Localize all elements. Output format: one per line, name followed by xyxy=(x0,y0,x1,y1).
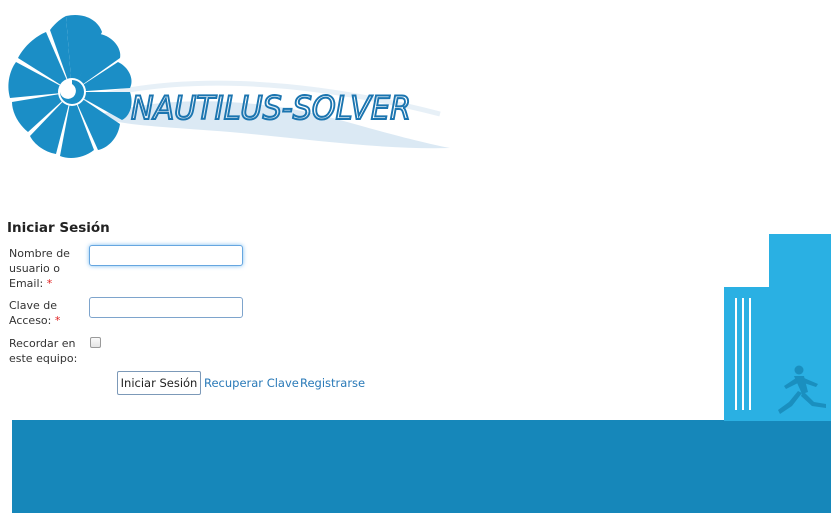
brand-wordmark: NAUTILUS-SOLVER xyxy=(131,89,411,127)
password-input[interactable] xyxy=(89,297,243,318)
nautilus-logo: NAUTILUS-SOLVER xyxy=(0,8,460,168)
nautilus-shell-logo: NAUTILUS-SOLVER xyxy=(8,14,450,158)
login-title: Iniciar Sesión xyxy=(7,220,110,236)
runner-icon xyxy=(778,365,826,414)
decorative-floor xyxy=(12,420,831,513)
password-required-marker: * xyxy=(54,314,61,327)
building-stripe xyxy=(735,298,737,410)
register-link[interactable]: Registrarse xyxy=(300,376,365,390)
decorative-building-top xyxy=(769,234,831,288)
username-required-marker: * xyxy=(46,277,53,290)
password-label-text: Clave de Acceso: xyxy=(9,299,58,327)
username-input[interactable] xyxy=(89,245,243,266)
remember-checkbox[interactable] xyxy=(90,337,101,348)
login-button[interactable]: Iniciar Sesión xyxy=(117,371,201,395)
recover-password-link[interactable]: Recuperar Clave xyxy=(204,376,299,390)
building-stripe xyxy=(749,298,751,410)
remember-label: Recordar en este equipo: xyxy=(9,337,78,365)
password-label: Clave de Acceso: * xyxy=(9,298,87,328)
building-stripe xyxy=(742,298,744,410)
login-page: NAUTILUS-SOLVER Iniciar Sesión Nombre de… xyxy=(0,0,831,513)
username-label-text: Nombre de usuario o Email: xyxy=(9,247,70,290)
username-label: Nombre de usuario o Email: * xyxy=(9,246,87,291)
